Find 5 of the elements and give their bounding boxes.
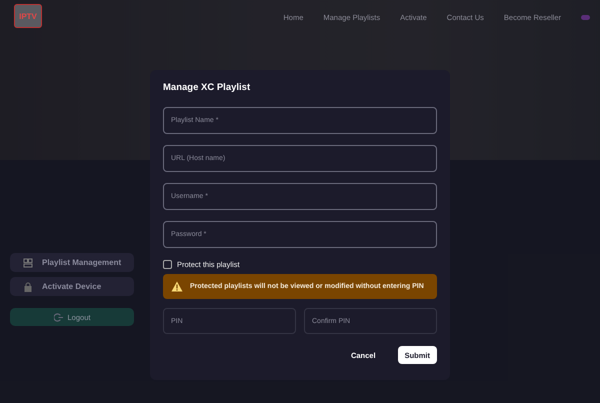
sidebar-item[interactable]: Playlist Management	[10, 253, 134, 272]
sidebar-label: Activate Device	[42, 282, 102, 291]
sidebar-item[interactable]: Activate Device	[10, 277, 134, 296]
sidebar-label: Playlist Management	[42, 258, 122, 267]
modal-title: Manage XC Playlist	[163, 82, 252, 93]
